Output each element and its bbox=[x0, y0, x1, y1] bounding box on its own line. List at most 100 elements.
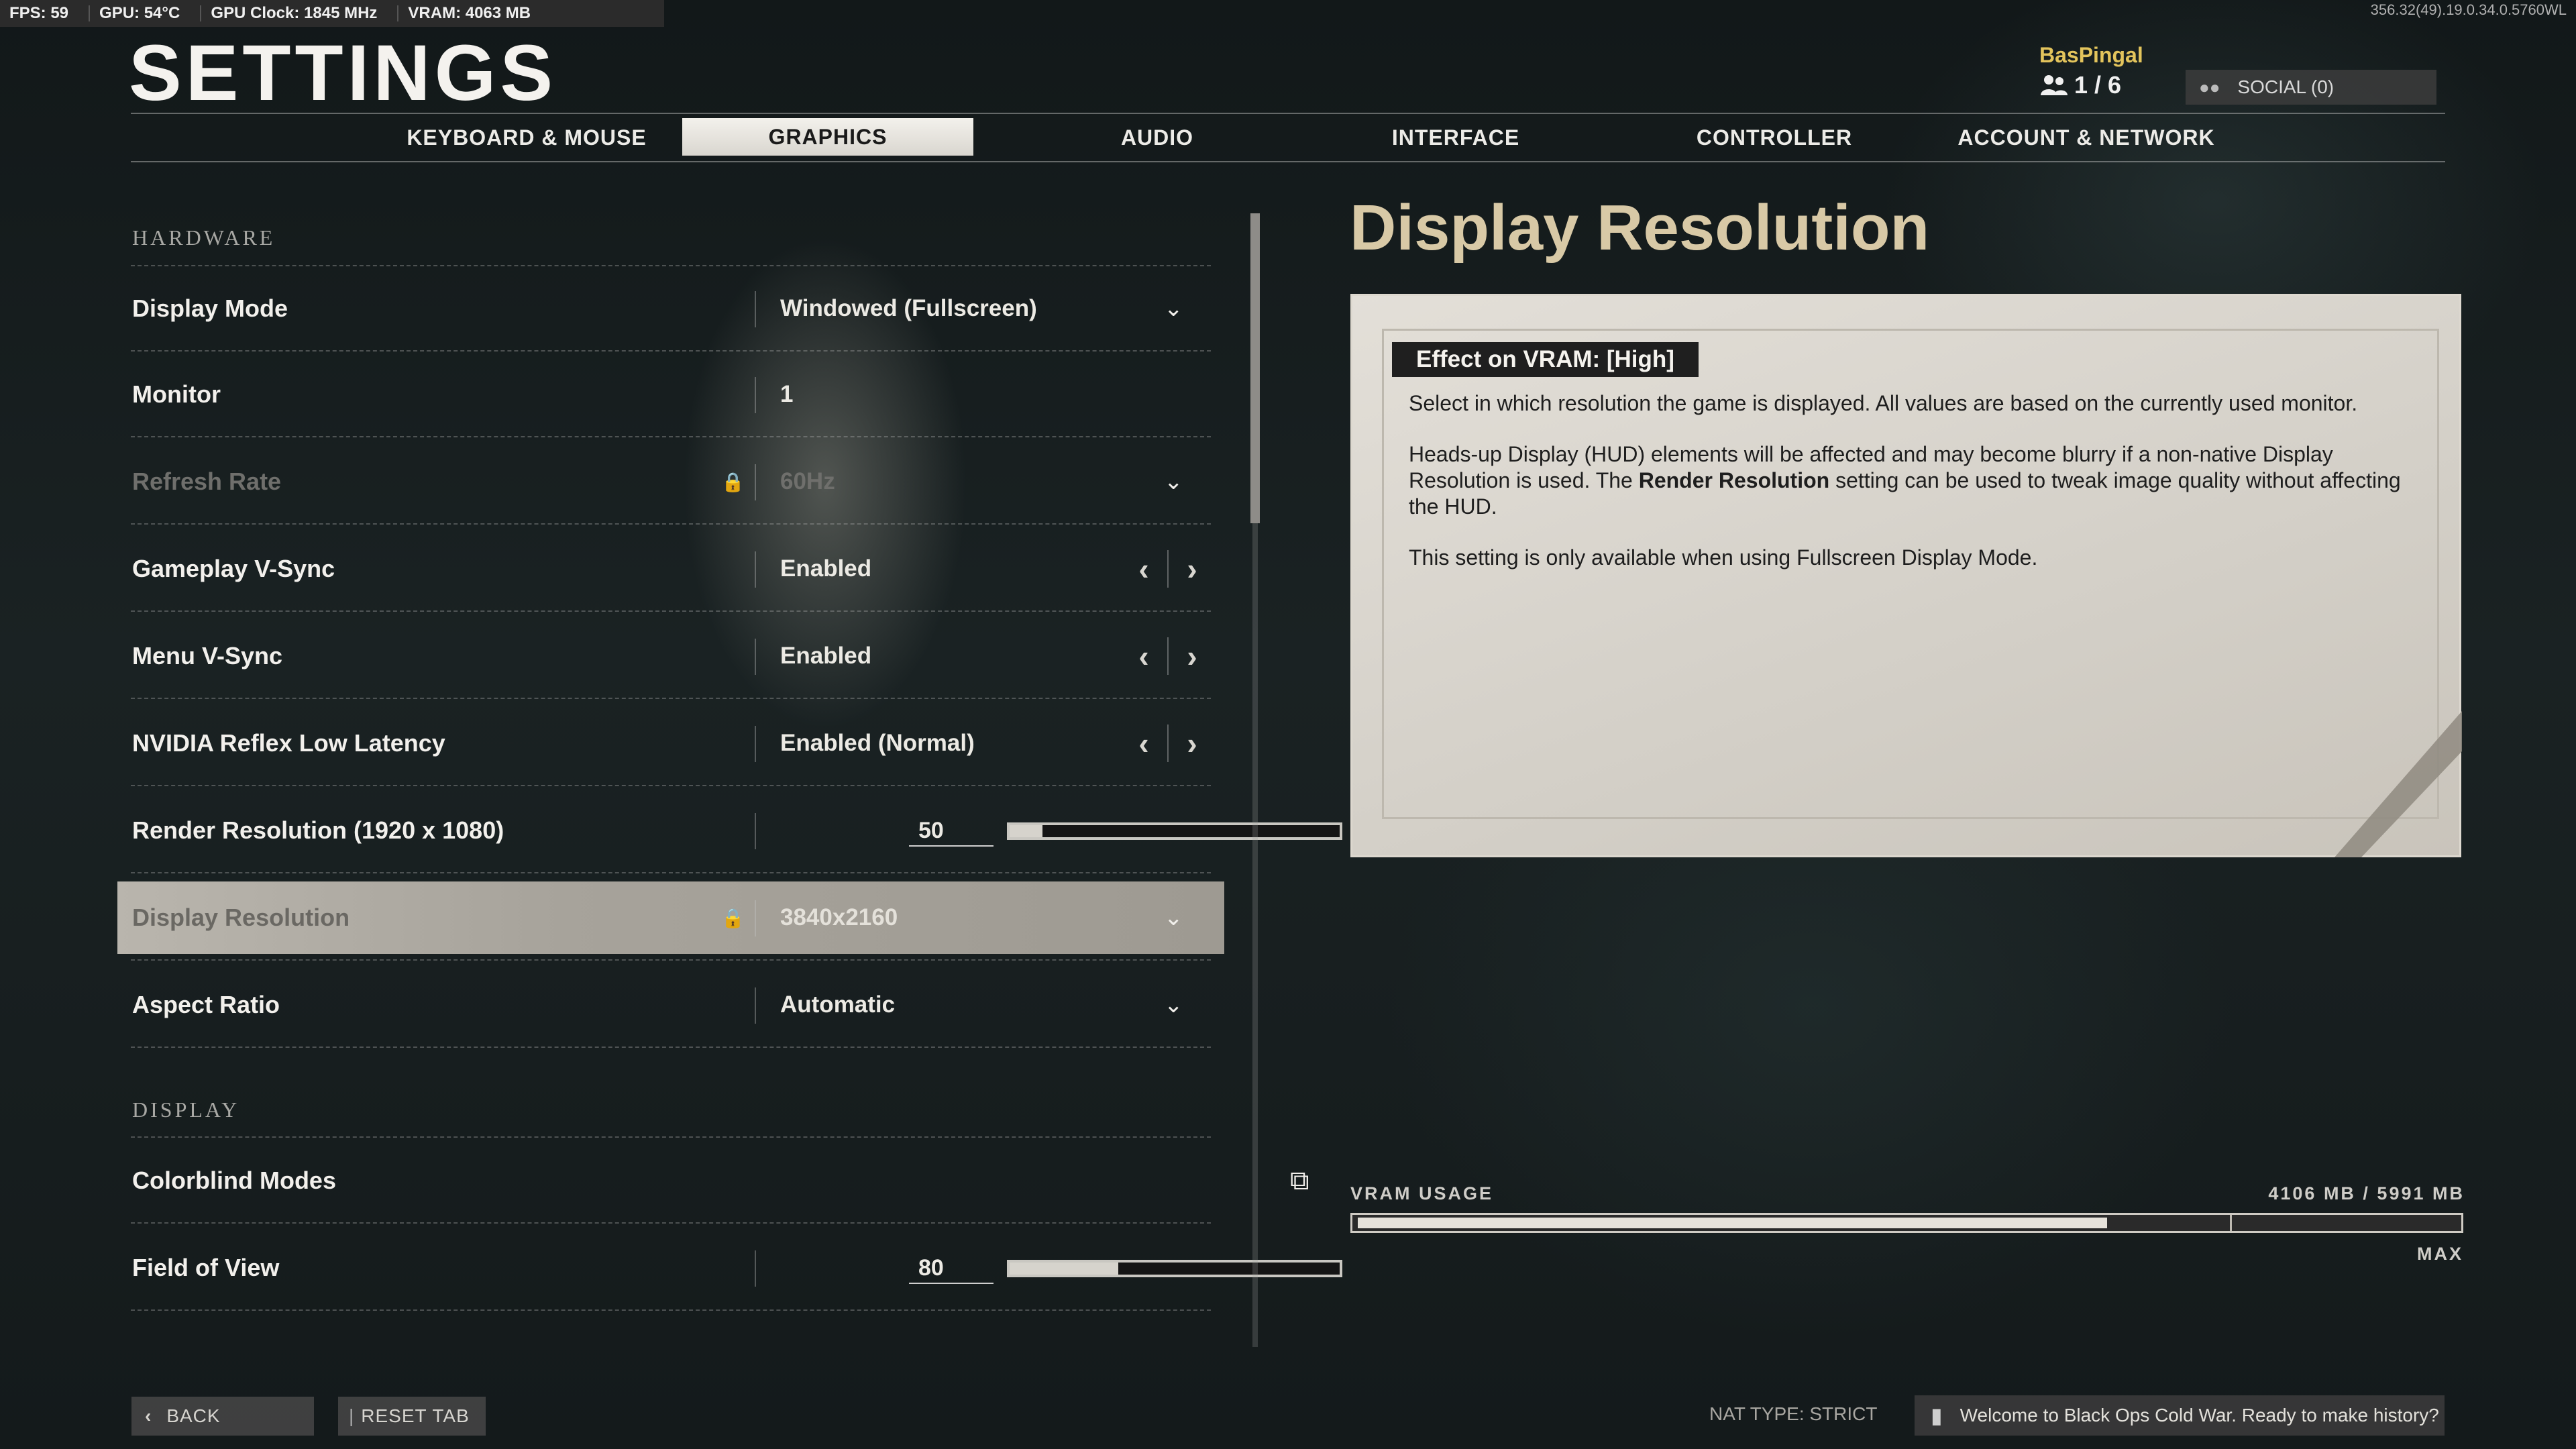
row-separator bbox=[131, 1046, 1211, 1048]
chevron-left-icon: ‹ bbox=[145, 1405, 152, 1426]
display-mode-dropdown[interactable]: Windowed (Fullscreen) bbox=[780, 266, 1037, 352]
menu-vsync-value: Enabled bbox=[780, 643, 872, 669]
divider bbox=[755, 377, 756, 413]
setting-display-mode[interactable]: Display Mode Windowed (Fullscreen) ⌄ bbox=[131, 266, 1211, 352]
setting-refresh-rate: Refresh Rate 🔒 60Hz ⌄ bbox=[131, 439, 1211, 525]
aspect-ratio-dropdown[interactable]: Automatic bbox=[780, 962, 895, 1048]
reset-tab-button[interactable]: | RESET TAB bbox=[338, 1397, 486, 1436]
chevron-down-icon[interactable]: ⌄ bbox=[1164, 962, 1183, 1048]
setting-colorblind-modes[interactable]: Colorblind Modes ⧉ bbox=[131, 1138, 1309, 1224]
input-underline bbox=[909, 1283, 994, 1284]
card-corner-stripe bbox=[2334, 711, 2462, 857]
chevron-right-icon[interactable]: › bbox=[1169, 638, 1216, 674]
row-separator bbox=[131, 1222, 1211, 1224]
chat-icon: ▮ bbox=[1931, 1403, 1943, 1428]
setting-label: Colorblind Modes bbox=[132, 1167, 336, 1194]
row-separator bbox=[131, 436, 1211, 437]
chevron-down-icon[interactable]: ⌄ bbox=[1164, 875, 1183, 961]
gameplay-vsync-value: Enabled bbox=[780, 555, 872, 582]
performance-overlay: FPS: 59 GPU: 54°C GPU Clock: 1845 MHz VR… bbox=[0, 0, 664, 27]
divider bbox=[755, 639, 756, 675]
slider-fill bbox=[1010, 1263, 1119, 1275]
divider bbox=[755, 1250, 756, 1287]
vram-readout: VRAM: 4063 MB bbox=[408, 4, 531, 22]
setting-display-resolution[interactable]: Display Resolution 🔒 3840x2160 ⌄ bbox=[117, 875, 1224, 961]
tab-audio[interactable]: AUDIO bbox=[1057, 114, 1258, 161]
tab-controller[interactable]: CONTROLLER bbox=[1654, 114, 1895, 161]
reset-tab-label: RESET TAB bbox=[361, 1405, 470, 1426]
monitor-value[interactable]: 1 bbox=[780, 352, 793, 437]
row-separator bbox=[131, 610, 1211, 612]
setting-aspect-ratio[interactable]: Aspect Ratio Automatic ⌄ bbox=[131, 962, 1211, 1048]
chevron-right-icon[interactable]: › bbox=[1169, 725, 1216, 761]
setting-menu-vsync[interactable]: Menu V-Sync Enabled ‹ › bbox=[131, 613, 1211, 699]
chevron-down-icon[interactable]: ⌄ bbox=[1164, 266, 1183, 352]
gpu-clock-readout: GPU Clock: 1845 MHz bbox=[201, 5, 399, 21]
party-count: 1 / 6 bbox=[2039, 71, 2121, 99]
divider-icon: | bbox=[349, 1405, 355, 1426]
chevron-right-icon[interactable]: › bbox=[1169, 551, 1216, 587]
row-separator bbox=[131, 785, 1211, 786]
setting-label: Menu V-Sync bbox=[132, 642, 283, 669]
setting-gameplay-vsync[interactable]: Gameplay V-Sync Enabled ‹ › bbox=[131, 526, 1211, 612]
vram-max-label: MAX bbox=[2417, 1244, 2463, 1264]
tab-interface[interactable]: INTERFACE bbox=[1338, 114, 1573, 161]
social-label: SOCIAL (0) bbox=[2237, 76, 2334, 97]
section-hardware: HARDWARE bbox=[132, 225, 276, 250]
setting-label: Aspect Ratio bbox=[132, 991, 280, 1018]
render-resolution-slider[interactable] bbox=[1007, 822, 1342, 840]
divider bbox=[755, 291, 756, 327]
value-stepper: ‹ › bbox=[1120, 723, 1216, 763]
vram-usage-label: VRAM USAGE bbox=[1350, 1183, 1494, 1203]
tab-account-network[interactable]: ACCOUNT & NETWORK bbox=[1915, 114, 2257, 161]
setting-label: NVIDIA Reflex Low Latency bbox=[132, 729, 445, 757]
divider bbox=[755, 813, 756, 849]
chevron-left-icon[interactable]: ‹ bbox=[1120, 551, 1167, 587]
slider-fill bbox=[1010, 825, 1043, 837]
gpu-temp-readout: GPU: 54°C bbox=[90, 5, 202, 21]
external-link-icon[interactable]: ⧉ bbox=[1290, 1138, 1309, 1224]
lock-icon: 🔒 bbox=[721, 908, 745, 928]
display-resolution-dropdown[interactable]: 3840x2160 bbox=[780, 875, 898, 961]
section-display: DISPLAY bbox=[132, 1097, 240, 1122]
setting-nvidia-reflex[interactable]: NVIDIA Reflex Low Latency Enabled (Norma… bbox=[131, 700, 1211, 786]
setting-label: Gameplay V-Sync bbox=[132, 555, 335, 582]
friends-icon: ●● bbox=[2199, 76, 2220, 97]
setting-label: Display Mode bbox=[132, 294, 288, 322]
setting-label: Display Resolution bbox=[132, 904, 350, 931]
vram-usage-fill bbox=[1358, 1218, 2107, 1228]
back-button[interactable]: ‹ BACK bbox=[131, 1397, 314, 1436]
social-button[interactable]: ●● SOCIAL (0) bbox=[2186, 70, 2436, 105]
setting-label: Refresh Rate bbox=[132, 468, 282, 495]
fps-readout: FPS: 59 bbox=[0, 5, 91, 21]
setting-monitor[interactable]: Monitor 1 bbox=[131, 352, 1211, 437]
fov-slider[interactable] bbox=[1007, 1260, 1342, 1277]
divider bbox=[755, 464, 756, 500]
scrollbar-thumb[interactable] bbox=[1250, 213, 1260, 523]
row-separator bbox=[131, 523, 1211, 525]
party-icon bbox=[2041, 75, 2068, 95]
chevron-left-icon[interactable]: ‹ bbox=[1120, 638, 1167, 674]
setting-field-of-view[interactable]: Field of View 80 bbox=[131, 1225, 1342, 1311]
chat-text: Welcome to Black Ops Cold War. Ready to … bbox=[1960, 1405, 2439, 1426]
vram-effect-badge: Effect on VRAM: [High] bbox=[1392, 342, 1699, 377]
lock-icon: 🔒 bbox=[721, 472, 745, 492]
divider bbox=[755, 726, 756, 762]
row-separator bbox=[131, 959, 1211, 961]
fov-input[interactable]: 80 bbox=[918, 1225, 944, 1311]
description-paragraph: This setting is only available when usin… bbox=[1409, 545, 2038, 570]
info-title: Display Resolution bbox=[1350, 192, 1930, 264]
back-label: BACK bbox=[166, 1405, 221, 1426]
build-version: 356.32(49).19.0.34.0.5760WL bbox=[2370, 1, 2567, 18]
divider bbox=[755, 900, 756, 936]
value-stepper: ‹ › bbox=[1120, 636, 1216, 676]
tab-keyboard-mouse[interactable]: KEYBOARD & MOUSE bbox=[399, 114, 654, 161]
vram-max-marker bbox=[2230, 1215, 2232, 1231]
render-resolution-input[interactable]: 50 bbox=[918, 788, 944, 873]
chevron-left-icon[interactable]: ‹ bbox=[1120, 725, 1167, 761]
tab-graphics[interactable]: GRAPHICS bbox=[682, 118, 973, 156]
description-paragraph: Select in which resolution the game is d… bbox=[1409, 391, 2358, 415]
setting-render-resolution[interactable]: Render Resolution (1920 x 1080) 50 bbox=[131, 788, 1342, 873]
setting-label: Monitor bbox=[132, 380, 221, 408]
chat-message[interactable]: ▮ Welcome to Black Ops Cold War. Ready t… bbox=[1915, 1395, 2445, 1436]
